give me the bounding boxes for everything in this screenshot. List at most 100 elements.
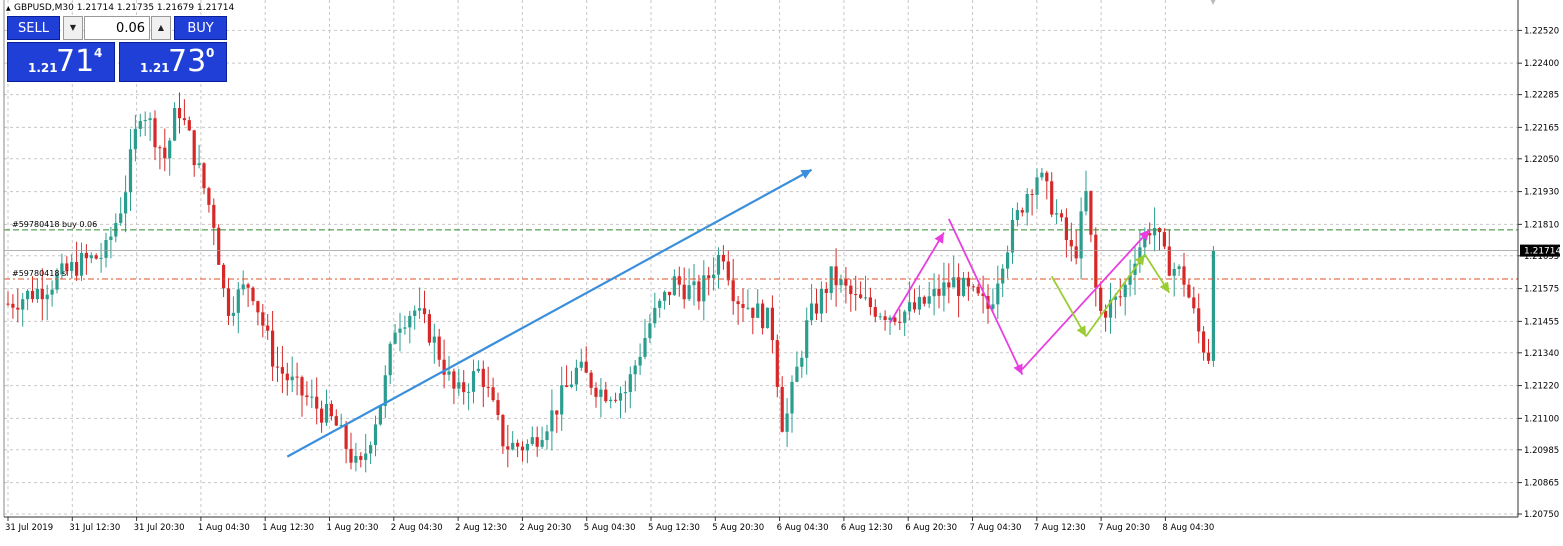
candle-body xyxy=(839,279,843,286)
price-tick-label: 1.20985 xyxy=(1524,446,1559,456)
lot-decrease-icon[interactable]: ▼ xyxy=(63,16,83,40)
candle-body xyxy=(1089,191,1093,235)
candle-body xyxy=(726,261,730,281)
time-tick-label: 31 Jul 12:30 xyxy=(69,523,120,533)
candle-body xyxy=(854,294,858,296)
candle-body xyxy=(349,448,353,463)
candle-body xyxy=(599,389,603,397)
candle-body xyxy=(638,356,642,366)
candle-body xyxy=(241,284,245,290)
candle-body xyxy=(971,286,975,288)
candle-body xyxy=(310,396,314,398)
candle-body xyxy=(721,254,725,262)
candle-body xyxy=(560,385,564,415)
buy-button[interactable]: BUY xyxy=(174,16,227,40)
time-tick-label: 2 Aug 04:30 xyxy=(391,523,443,533)
price-tick-label: 1.22285 xyxy=(1524,91,1559,101)
candle-body xyxy=(697,281,701,302)
candle-body xyxy=(432,336,436,343)
candle-body xyxy=(810,303,814,321)
candle-body xyxy=(45,294,49,300)
candle-body xyxy=(805,320,809,358)
candle-body xyxy=(574,367,578,385)
sell-button[interactable]: SELL xyxy=(7,16,60,40)
collapse-triangle-icon[interactable]: ▲ xyxy=(6,5,11,12)
candle-body xyxy=(70,262,74,271)
candle-body xyxy=(761,303,765,329)
time-tick-label: 1 Aug 04:30 xyxy=(198,523,250,533)
buy-price-button[interactable]: 1.21 73 0 xyxy=(119,42,227,82)
time-tick-label: 5 Aug 12:30 xyxy=(648,523,700,533)
candle-body xyxy=(800,357,804,367)
buy-price-prefix: 1.21 xyxy=(140,61,170,75)
candle-body xyxy=(682,284,686,300)
candle-body xyxy=(908,302,912,312)
candle-body xyxy=(520,446,525,451)
candle-body xyxy=(790,381,794,414)
candle-body xyxy=(579,361,583,368)
candle-body xyxy=(285,373,289,381)
candle-body xyxy=(947,282,951,288)
candle-body xyxy=(658,300,662,308)
candle-body xyxy=(427,314,431,343)
chart-shift-icon[interactable]: ▼ xyxy=(1210,0,1217,6)
candle-body xyxy=(731,280,735,302)
candle-body xyxy=(275,366,280,368)
lot-size-input[interactable] xyxy=(84,16,150,40)
candle-body xyxy=(217,227,221,265)
chart-window[interactable]: 1.22520 1.22400 1.22285 1.22165 1.22050 1.219… xyxy=(0,0,1563,542)
candle-body xyxy=(785,413,789,432)
candle-body xyxy=(378,405,382,425)
time-tick-label: 6 Aug 20:30 xyxy=(905,523,957,533)
price-chart[interactable]: 1.22520 1.22400 1.22285 1.22165 1.22050 1.219… xyxy=(0,0,1563,542)
candle-body xyxy=(30,290,35,300)
candle-body xyxy=(540,440,544,447)
candle-body xyxy=(324,404,329,423)
candle-body xyxy=(653,307,657,324)
candle-body xyxy=(496,400,500,415)
sell-price-button[interactable]: 1.21 71 4 xyxy=(7,42,115,82)
candle-body xyxy=(667,291,672,296)
time-tick-label: 5 Aug 04:30 xyxy=(584,523,636,533)
price-tick-label: 1.22050 xyxy=(1524,155,1559,165)
buy-price-big: 73 xyxy=(168,44,207,79)
candle-body xyxy=(1187,284,1191,298)
time-tick-label: 8 Aug 04:30 xyxy=(1162,523,1214,533)
candle-body xyxy=(422,308,427,315)
candle-body xyxy=(197,163,201,166)
candle-body xyxy=(937,288,941,296)
candle-body xyxy=(354,456,358,463)
candle-body xyxy=(40,288,44,300)
candle-body xyxy=(780,386,784,432)
candle-body xyxy=(99,257,103,259)
current-price-label: 1.21714 xyxy=(1524,247,1561,257)
candle-body xyxy=(1197,308,1201,332)
candle-body xyxy=(555,410,559,415)
time-tick-label: 31 Jul 20:30 xyxy=(134,523,185,533)
one-click-trading-panel: SELL ▼ ▲ BUY 1.21 71 4 1.21 73 0 xyxy=(7,16,227,82)
candle-body xyxy=(1020,210,1024,213)
candle-body xyxy=(849,285,853,295)
candle-body xyxy=(128,149,133,193)
candle-body xyxy=(1030,193,1034,195)
candle-body xyxy=(756,303,760,318)
candle-body xyxy=(942,282,946,296)
time-tick-label: 6 Aug 04:30 xyxy=(777,523,829,533)
lot-increase-icon[interactable]: ▲ xyxy=(151,16,171,40)
candle-body xyxy=(334,416,338,426)
candle-body xyxy=(138,120,142,129)
candle-body xyxy=(79,252,84,276)
candle-body xyxy=(863,297,868,299)
candle-body xyxy=(927,296,931,304)
candle-body xyxy=(770,307,774,341)
candle-body xyxy=(251,287,255,302)
candle-body xyxy=(373,424,378,446)
candle-body xyxy=(736,301,740,305)
price-tick-label: 1.21455 xyxy=(1524,317,1559,327)
time-tick-label: 7 Aug 04:30 xyxy=(970,523,1022,533)
candle-body xyxy=(996,283,1000,305)
candle-body xyxy=(584,361,588,373)
candle-body xyxy=(50,289,54,295)
candle-body xyxy=(408,315,412,328)
candle-body xyxy=(1202,331,1206,353)
